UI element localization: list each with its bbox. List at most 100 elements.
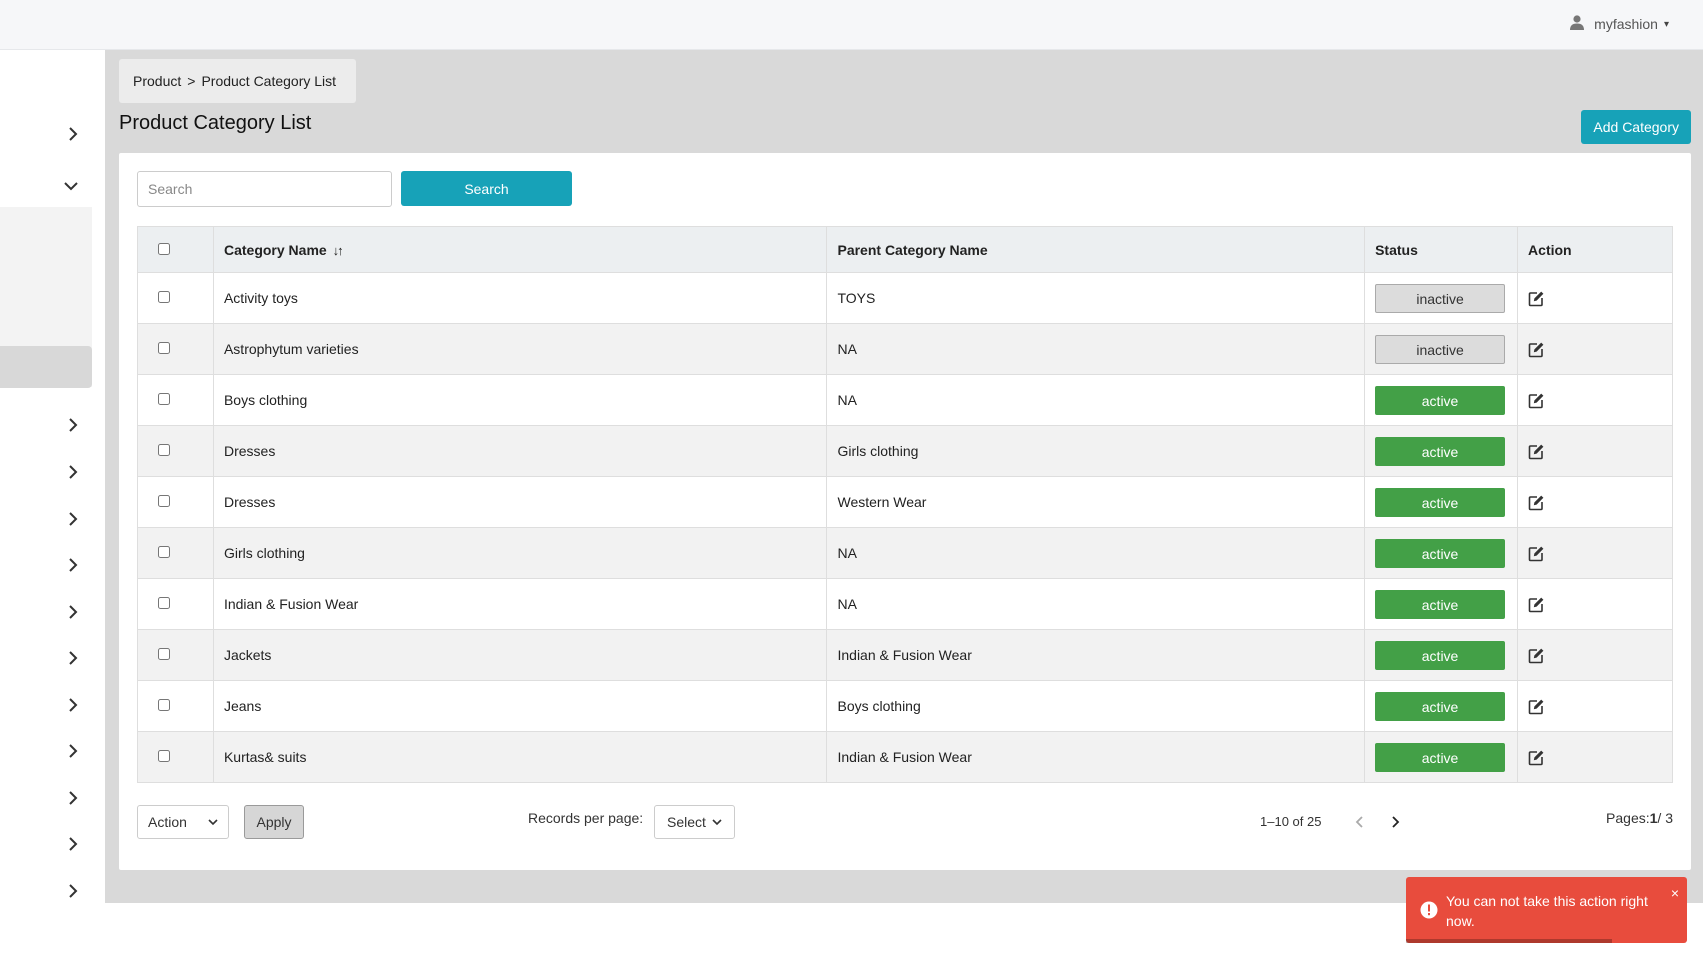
close-icon[interactable]: ×: [1671, 885, 1679, 901]
category-name-cell: Dresses: [212, 425, 828, 477]
action-cell: [1517, 476, 1673, 528]
status-cell: inactive: [1364, 272, 1519, 324]
row-select-cell: [137, 374, 214, 426]
sidebar-item-8[interactable]: [0, 637, 92, 679]
sidebar: [0, 50, 105, 967]
select-all-checkbox[interactable]: [158, 242, 170, 255]
sidebar-item-5[interactable]: [0, 498, 92, 540]
add-category-button[interactable]: Add Category: [1581, 110, 1691, 144]
apply-button[interactable]: Apply: [244, 805, 304, 839]
select-all-cell: [137, 226, 214, 273]
chevron-right-icon: [69, 605, 78, 619]
status-toggle-button[interactable]: active: [1375, 538, 1506, 568]
records-per-page-label: Records per page:: [528, 810, 644, 826]
row-checkbox[interactable]: [158, 699, 170, 711]
status-toggle-button[interactable]: active: [1375, 742, 1506, 772]
edit-icon[interactable]: [1528, 341, 1545, 358]
table-body: Activity toys TOYS inactive Astrophytum var…: [137, 272, 1673, 783]
status-toggle-button[interactable]: active: [1375, 589, 1506, 619]
action-cell: [1517, 272, 1673, 324]
status-cell: inactive: [1364, 323, 1519, 375]
status-toggle-button[interactable]: active: [1375, 487, 1506, 517]
chevron-down-icon: ▾: [1663, 18, 1669, 30]
breadcrumb-separator: >: [187, 73, 196, 89]
sidebar-item-product[interactable]: [0, 165, 92, 207]
bulk-action-select[interactable]: Action: [137, 805, 229, 839]
status-toggle-button[interactable]: active: [1375, 385, 1506, 415]
edit-icon[interactable]: [1528, 647, 1545, 664]
row-checkbox[interactable]: [158, 597, 170, 609]
category-name-cell: Indian & Fusion Wear: [212, 578, 828, 630]
row-checkbox[interactable]: [158, 393, 170, 405]
parent-category-cell: NA: [826, 578, 1366, 630]
search-input[interactable]: [137, 171, 392, 207]
chevron-down-icon: [712, 818, 722, 825]
row-checkbox[interactable]: [158, 648, 170, 660]
table-header-row: Category Name ↓↑ Parent Category Name Sta…: [137, 226, 1673, 273]
category-name-cell: Boys clothing: [212, 374, 828, 426]
sidebar-item-1[interactable]: [0, 113, 92, 155]
chevron-right-icon: [69, 698, 78, 712]
sidebar-active-subitem[interactable]: [0, 346, 92, 388]
edit-icon[interactable]: [1528, 392, 1545, 409]
table-row: Jeans Boys clothing active: [137, 680, 1673, 732]
column-header-category-name[interactable]: Category Name ↓↑: [212, 226, 828, 273]
action-cell: [1517, 680, 1673, 732]
sidebar-item-10[interactable]: [0, 730, 92, 772]
edit-icon[interactable]: [1528, 443, 1545, 460]
action-cell: [1517, 527, 1673, 579]
user-icon: [1570, 15, 1585, 33]
status-toggle-button[interactable]: active: [1375, 436, 1506, 466]
chevron-right-icon: [69, 418, 78, 432]
sidebar-item-13[interactable]: [0, 870, 92, 912]
action-cell: [1517, 374, 1673, 426]
row-checkbox[interactable]: [158, 546, 170, 558]
edit-icon[interactable]: [1528, 494, 1545, 511]
sort-icon[interactable]: ↓↑: [333, 243, 344, 258]
status-toggle-button[interactable]: active: [1375, 640, 1506, 670]
edit-icon[interactable]: [1528, 545, 1545, 562]
table-row: Activity toys TOYS inactive: [137, 272, 1673, 324]
status-toggle-button[interactable]: inactive: [1375, 334, 1506, 364]
sidebar-item-7[interactable]: [0, 591, 92, 633]
user-menu[interactable]: myfashion ▾: [1570, 15, 1669, 33]
page-title: Product Category List: [119, 112, 312, 134]
status-toggle-button[interactable]: active: [1375, 691, 1506, 721]
username: myfashion: [1594, 16, 1658, 32]
table-row: Astrophytum varieties NA inactive: [137, 323, 1673, 375]
status-toggle-button[interactable]: inactive: [1375, 283, 1506, 313]
records-per-page-select[interactable]: Select: [654, 805, 735, 839]
category-name-cell: Jackets: [212, 629, 828, 681]
action-cell: [1517, 425, 1673, 477]
status-cell: active: [1364, 578, 1519, 630]
sidebar-item-9[interactable]: [0, 684, 92, 726]
row-checkbox[interactable]: [158, 495, 170, 507]
breadcrumb-root[interactable]: Product: [133, 73, 181, 89]
row-checkbox[interactable]: [158, 291, 170, 303]
sidebar-item-4[interactable]: [0, 451, 92, 493]
edit-icon[interactable]: [1528, 596, 1545, 613]
row-checkbox[interactable]: [158, 342, 170, 354]
table-row: Boys clothing NA active: [137, 374, 1673, 426]
sidebar-item-12[interactable]: [0, 823, 92, 865]
next-page-button[interactable]: [1385, 812, 1405, 832]
search-button[interactable]: Search: [401, 171, 572, 206]
chevron-down-icon: [208, 818, 218, 825]
total-pages: / 3: [1657, 810, 1673, 826]
sidebar-item-11[interactable]: [0, 777, 92, 819]
sidebar-item-6[interactable]: [0, 544, 92, 586]
chevron-right-icon: [69, 744, 78, 758]
table-row: Jackets Indian & Fusion Wear active: [137, 629, 1673, 681]
edit-icon[interactable]: [1528, 290, 1545, 307]
row-select-cell: [137, 272, 214, 324]
row-select-cell: [137, 731, 214, 783]
row-checkbox[interactable]: [158, 444, 170, 456]
edit-icon[interactable]: [1528, 749, 1545, 766]
sidebar-item-3[interactable]: [0, 404, 92, 446]
status-cell: active: [1364, 629, 1519, 681]
previous-page-button[interactable]: [1350, 812, 1370, 832]
edit-icon[interactable]: [1528, 698, 1545, 715]
row-select-cell: [137, 476, 214, 528]
toast-message: You can not take this action right now.: [1446, 893, 1648, 929]
row-checkbox[interactable]: [158, 750, 170, 762]
